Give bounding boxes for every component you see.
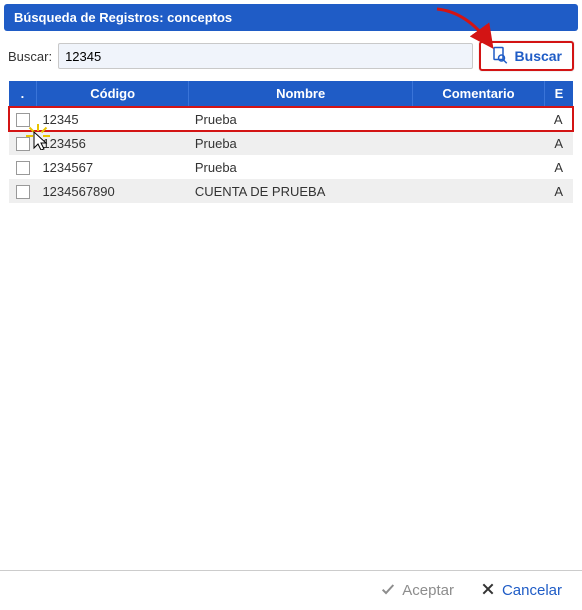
search-input[interactable] <box>58 43 472 69</box>
search-button-label: Buscar <box>515 48 562 64</box>
cell-comentario <box>412 107 544 131</box>
cell-codigo: 1234567 <box>36 155 188 179</box>
cancel-label: Cancelar <box>502 582 562 599</box>
close-icon <box>480 581 496 601</box>
accept-button[interactable]: Aceptar <box>374 577 460 605</box>
col-header-e[interactable]: E <box>545 81 573 107</box>
cell-nombre: Prueba <box>189 131 413 155</box>
check-icon <box>380 581 396 601</box>
results-table: . Código Nombre Comentario E 12345Prueba… <box>8 81 574 203</box>
cell-comentario <box>412 179 544 203</box>
cell-codigo: 123456 <box>36 131 188 155</box>
table-row[interactable]: 12345Prueba A <box>9 107 573 131</box>
table-row[interactable]: 1234567890CUENTA DE PRUEBA A <box>9 179 573 203</box>
cell-comentario <box>412 131 544 155</box>
search-label: Buscar: <box>8 49 52 64</box>
search-button[interactable]: Buscar <box>479 41 574 71</box>
results-table-wrap: . Código Nombre Comentario E 12345Prueba… <box>0 81 582 203</box>
cell-codigo: 1234567890 <box>36 179 188 203</box>
table-row[interactable]: 1234567Prueba A <box>9 155 573 179</box>
cell-e: A <box>545 131 573 155</box>
col-header-comentario[interactable]: Comentario <box>412 81 544 107</box>
cell-comentario <box>412 155 544 179</box>
cell-e: A <box>545 179 573 203</box>
col-header-codigo[interactable]: Código <box>36 81 188 107</box>
col-header-select[interactable]: . <box>9 81 36 107</box>
cancel-button[interactable]: Cancelar <box>474 577 568 605</box>
accept-label: Aceptar <box>402 582 454 599</box>
cell-nombre: CUENTA DE PRUEBA <box>189 179 413 203</box>
search-icon <box>491 46 509 67</box>
cell-e: A <box>545 155 573 179</box>
table-row[interactable]: 123456Prueba A <box>9 131 573 155</box>
col-header-nombre[interactable]: Nombre <box>189 81 413 107</box>
row-checkbox[interactable] <box>16 185 30 199</box>
row-checkbox[interactable] <box>16 113 30 127</box>
search-row: Buscar: Buscar <box>0 35 582 81</box>
cell-nombre: Prueba <box>189 155 413 179</box>
row-checkbox[interactable] <box>16 137 30 151</box>
row-checkbox[interactable] <box>16 161 30 175</box>
dialog-title: Búsqueda de Registros: conceptos <box>4 4 578 31</box>
cell-nombre: Prueba <box>189 107 413 131</box>
dialog-footer: Aceptar Cancelar <box>0 570 582 610</box>
cell-codigo: 12345 <box>36 107 188 131</box>
cell-e: A <box>545 107 573 131</box>
